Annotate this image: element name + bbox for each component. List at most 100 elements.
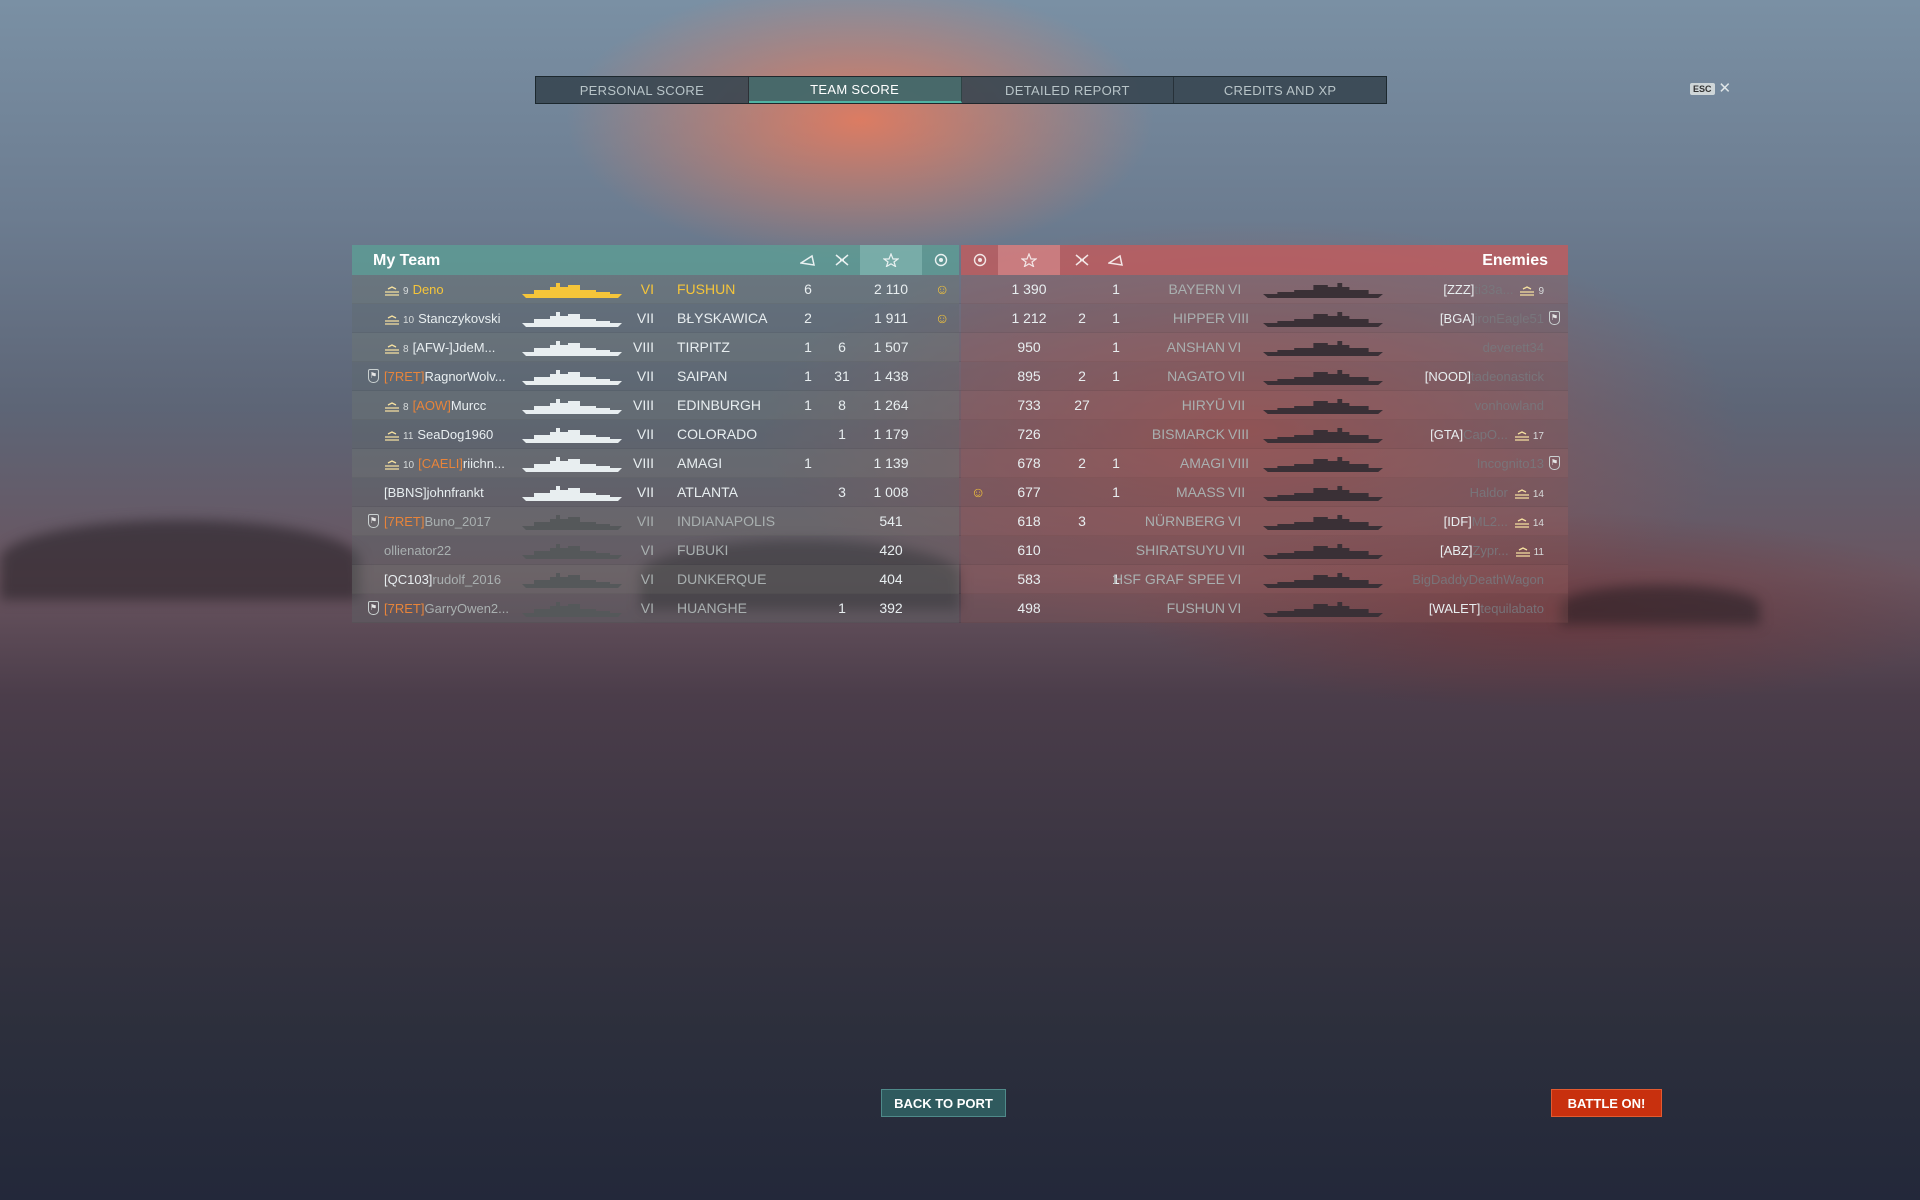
enemy-row[interactable]: 610 SHIRATSUYU VII [ABZ]Zypr... 11 <box>961 536 1568 565</box>
my-team-row[interactable]: ⚑ [7RET]Buno_2017 VII INDIANAPOLIS 541 <box>352 507 959 536</box>
my-team-row[interactable]: 10 Stanczykovski VII BŁYSKAWICA 2 1 911 ☺ <box>352 304 959 333</box>
tab-credits-and-xp[interactable]: CREDITS AND XP <box>1174 77 1386 103</box>
ship-silhouette <box>522 482 622 502</box>
ship-name: TIRPITZ <box>677 339 730 355</box>
medal-icon: ☺ <box>971 484 986 500</box>
ship-kills: 2 <box>804 310 812 326</box>
ship-tier: VII <box>636 426 654 442</box>
player-name: Incognito13 <box>1476 456 1544 471</box>
enemy-row[interactable]: 678 2 1 AMAGI VIII Incognito13 ⚑ <box>961 449 1568 478</box>
score-row: 10 Stanczykovski VII BŁYSKAWICA 2 1 911 ☺ 1 212… <box>352 304 1568 333</box>
ship-tier: VII <box>1228 542 1246 558</box>
ship-silhouette-icon <box>522 370 622 385</box>
clan-badge-icon: ⚑ <box>368 601 379 615</box>
rank-icon <box>385 430 399 441</box>
ship-tier: VII <box>1228 397 1246 413</box>
rank-icon <box>385 459 399 470</box>
my-team-row[interactable]: 10 [CAELI]riichn... VIII AMAGI 1 1 139 <box>352 449 959 478</box>
plane-kills: 2 <box>1078 310 1086 326</box>
player-cell: 10 Stanczykovski <box>384 304 501 333</box>
ship-tier: VI <box>640 571 654 587</box>
base-xp: 541 <box>879 513 903 529</box>
my-team-row[interactable]: 8 [AOW]Murcc VIII EDINBURGH 1 8 1 264 <box>352 391 959 420</box>
rank-level: 9 <box>1538 286 1544 297</box>
score-row: 11 SeaDog1960 VII COLORADO 1 1 179 726 BISMARCK… <box>352 420 1568 449</box>
plane-kills <box>1068 478 1096 507</box>
clan-badge-icon: ⚑ <box>1549 311 1560 325</box>
tab-personal-score[interactable]: PERSONAL SCORE <box>536 77 749 103</box>
enemy-row[interactable]: 618 3 NÜRNBERG VI [IDF]ML2... 14 <box>961 507 1568 536</box>
enemy-row[interactable]: 950 1 ANSHAN VI deverett34 <box>961 333 1568 362</box>
my-team-row[interactable]: 9 Deno VI FUSHUN 6 2 110 ☺ <box>352 275 959 304</box>
ship-kills: 1 <box>1112 368 1120 384</box>
player-cell: [WALET]tequilabato <box>1429 594 1544 623</box>
player-name: tequilabato <box>1480 601 1544 616</box>
tab-team-score[interactable]: TEAM SCORE <box>748 77 962 103</box>
base-xp: 618 <box>1017 513 1041 529</box>
ship-kill-icon <box>1102 245 1130 275</box>
ship-silhouette <box>522 598 622 618</box>
clan-tag: [ABZ] <box>1439 543 1473 558</box>
base-xp: 420 <box>879 542 903 558</box>
enemy-row[interactable]: 895 2 1 NAGATO VII [NOOD]tadeonastick <box>961 362 1568 391</box>
ship-silhouette <box>522 511 622 531</box>
clan-tag: [ZZZ] <box>1443 282 1475 297</box>
my-team-row[interactable]: 8 [AFW-]JdeM... VIII TIRPITZ 1 6 1 507 <box>352 333 959 362</box>
ship-kills: 1 <box>1112 310 1120 326</box>
enemy-row[interactable]: 733 27 HIRYŪ VII vonhowland <box>961 391 1568 420</box>
enemy-row[interactable]: 1 390 1 BAYERN VI [ZZZ]ti33a... 9 <box>961 275 1568 304</box>
ship-silhouette-icon <box>1263 341 1383 356</box>
base-xp: 895 <box>1017 368 1041 384</box>
tab-bar: PERSONAL SCORE TEAM SCORE DETAILED REPOR… <box>535 76 1387 104</box>
player-name: GarryOwen2... <box>424 601 509 616</box>
my-team-row[interactable]: ⚑ [7RET]GarryOwen2... VI HUANGHE 1 392 <box>352 594 959 623</box>
enemy-row[interactable]: 583 1 HSF GRAF SPEE VI BigDaddyDeathWagon <box>961 565 1568 594</box>
enemy-row[interactable]: 498 FUSHUN VI [WALET]tequilabato <box>961 594 1568 623</box>
esc-close-button[interactable]: ESC ✕ <box>1690 81 1731 96</box>
score-row: [BBNS]johnfrankt VII ATLANTA 3 1 008 ☺ 677 1 MAA… <box>352 478 1568 507</box>
score-row: 9 Deno VI FUSHUN 6 2 110 ☺ 1 390 1 BAYERN VI [ZZZ]t… <box>352 275 1568 304</box>
ship-name: SAIPAN <box>677 368 728 384</box>
clan-tag: [BGA] <box>1439 311 1475 326</box>
ship-silhouette <box>1263 395 1383 415</box>
tab-detailed-report[interactable]: DETAILED REPORT <box>961 77 1175 103</box>
ship-kills: 1 <box>804 339 812 355</box>
player-cell: [BGA]ironEagle51 <box>1440 304 1544 333</box>
rank-icon <box>385 401 399 412</box>
ship-tier: VI <box>1228 571 1242 587</box>
my-team-row[interactable]: [QC103]rudolf_2016 VI DUNKERQUE 404 <box>352 565 959 594</box>
plane-kills <box>1068 333 1096 362</box>
my-team-row[interactable]: ollienator22 VI FUBUKI 420 <box>352 536 959 565</box>
ship-silhouette <box>522 424 622 444</box>
player-cell: 10 [CAELI]riichn... <box>384 449 505 478</box>
ship-silhouette-icon <box>522 457 622 472</box>
plane-kills: 2 <box>1078 368 1086 384</box>
ship-silhouette-icon <box>1263 486 1383 501</box>
ship-silhouette <box>522 308 622 328</box>
back-to-port-button[interactable]: BACK TO PORT <box>881 1089 1006 1117</box>
ship-kills: 1 <box>804 368 812 384</box>
player-name: SeaDog1960 <box>417 427 494 442</box>
player-name: riichn... <box>462 456 505 471</box>
ship-silhouette <box>1263 279 1383 299</box>
medal-icon <box>927 245 955 275</box>
ship-name: HIRYŪ <box>1181 397 1225 413</box>
clan-tag: [AOW] <box>412 398 451 413</box>
my-team-row[interactable]: ⚑ [7RET]RagnorWolv... VII SAIPAN 1 31 1 438 <box>352 362 959 391</box>
player-name: BigDaddyDeathWagon <box>1412 572 1544 587</box>
clan-tag: [7RET] <box>384 601 425 616</box>
ship-tier: VIII <box>1228 426 1250 442</box>
enemy-row[interactable]: ☺ 677 1 MAASS VII Haldor 14 <box>961 478 1568 507</box>
my-team-row[interactable]: [BBNS]johnfrankt VII ATLANTA 3 1 008 <box>352 478 959 507</box>
ship-silhouette <box>1263 337 1383 357</box>
score-row: ⚑ [7RET]RagnorWolv... VII SAIPAN 1 31 1 438 895… <box>352 362 1568 391</box>
ship-tier: VIII <box>632 455 654 471</box>
enemy-row[interactable]: 1 212 2 1 HIPPER VIII [BGA]ironEagle51 ⚑ <box>961 304 1568 333</box>
ship-name: MAASS <box>1175 484 1225 500</box>
battle-on-button[interactable]: BATTLE ON! <box>1551 1089 1662 1117</box>
enemy-row[interactable]: 726 BISMARCK VIII [GTA]CapO... 17 <box>961 420 1568 449</box>
player-cell: [ZZZ]ti33a... 9 <box>1443 275 1544 304</box>
player-cell: [BBNS]johnfrankt <box>384 478 484 507</box>
my-team-row[interactable]: 11 SeaDog1960 VII COLORADO 1 1 179 <box>352 420 959 449</box>
rank-level: 17 <box>1532 431 1544 442</box>
